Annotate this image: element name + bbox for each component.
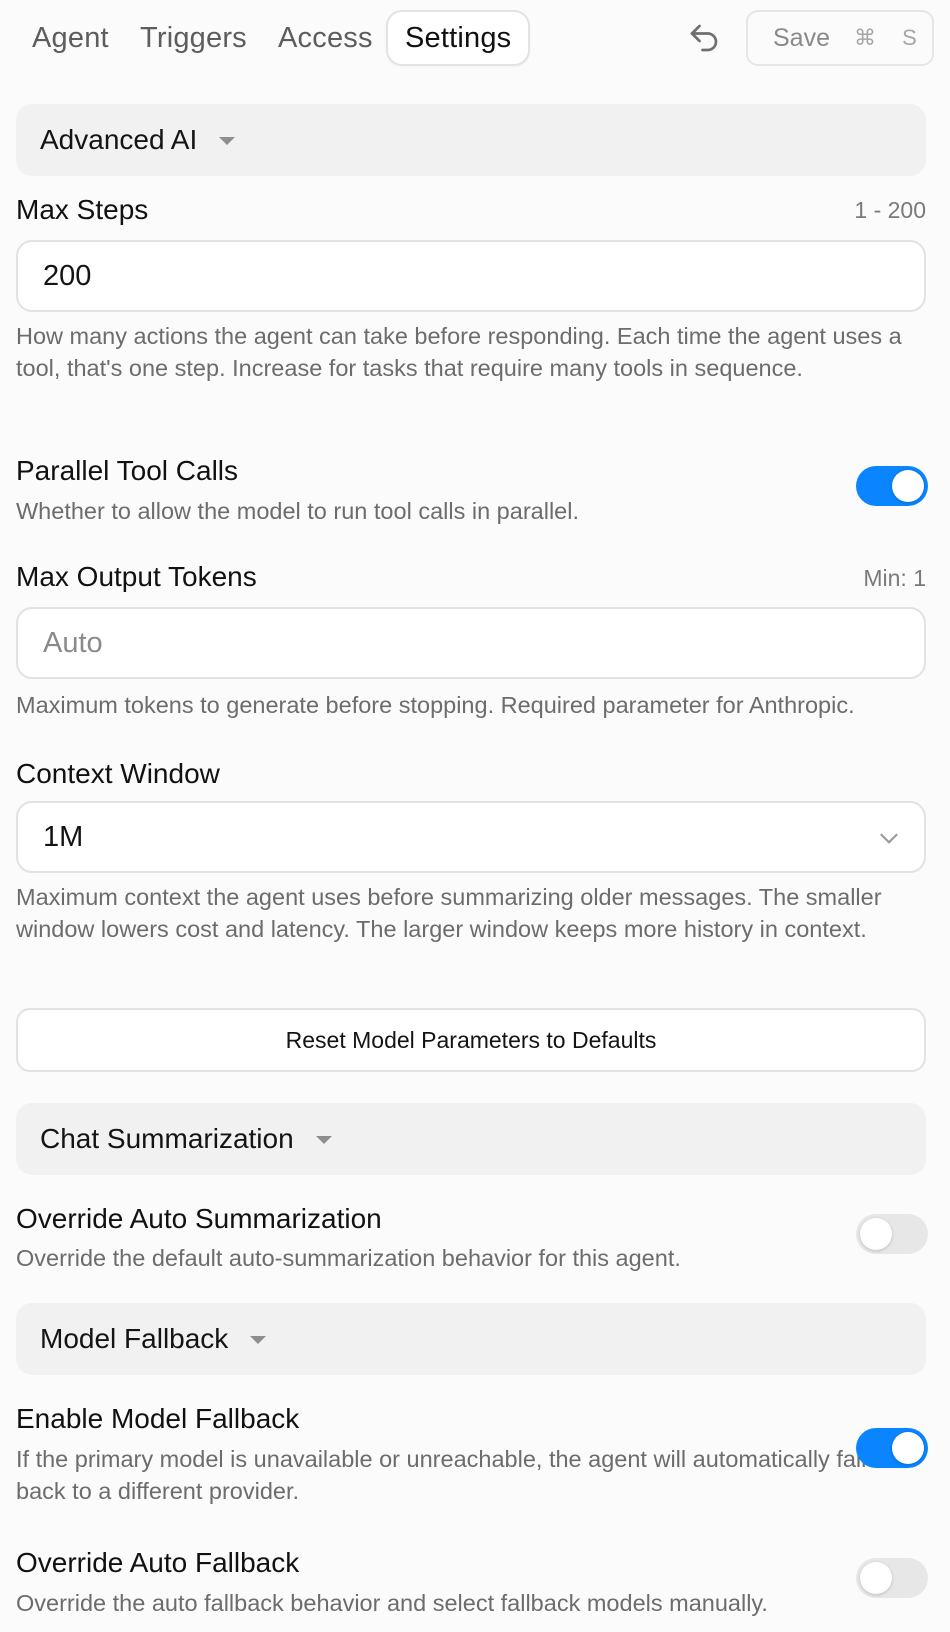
tab-settings[interactable]: Settings bbox=[386, 10, 531, 66]
save-shortcut: ⌘ S bbox=[853, 25, 927, 50]
context-window-value: 1M bbox=[43, 820, 84, 853]
parallel-tool-calls-label: Parallel Tool Calls bbox=[16, 455, 239, 486]
toggle-knob bbox=[860, 1218, 892, 1250]
save-button[interactable]: Save ⌘ S bbox=[746, 10, 934, 66]
reset-defaults-button[interactable]: Reset Model Parameters to Defaults bbox=[16, 1008, 926, 1072]
tab-triggers[interactable]: Triggers bbox=[140, 10, 247, 66]
parallel-tool-calls-toggle[interactable] bbox=[856, 466, 928, 506]
context-window-description: Maximum context the agent uses before su… bbox=[16, 884, 882, 942]
override-auto-summarization-toggle[interactable] bbox=[856, 1214, 928, 1254]
max-steps-input[interactable]: 200 bbox=[16, 240, 926, 312]
toggle-knob bbox=[892, 1432, 924, 1464]
tab-agent[interactable]: Agent bbox=[32, 10, 109, 66]
toggle-knob bbox=[860, 1562, 892, 1594]
section-title: Advanced AI bbox=[40, 124, 198, 155]
section-chat-summarization[interactable]: Chat Summarization bbox=[16, 1103, 926, 1175]
override-auto-fallback-description: Override the auto fallback behavior and … bbox=[16, 1590, 768, 1616]
section-model-fallback[interactable]: Model Fallback bbox=[16, 1303, 926, 1375]
override-auto-fallback-toggle[interactable] bbox=[856, 1558, 928, 1598]
max-output-tokens-label: Max Output Tokens bbox=[16, 561, 257, 592]
max-output-tokens-input[interactable]: Auto bbox=[16, 607, 926, 679]
caret-down-icon bbox=[250, 1336, 267, 1344]
context-window-select[interactable]: 1M bbox=[16, 801, 926, 873]
max-steps-description: How many actions the agent can take befo… bbox=[16, 323, 902, 381]
context-window-label: Context Window bbox=[16, 758, 220, 789]
enable-model-fallback-label: Enable Model Fallback bbox=[16, 1403, 300, 1434]
undo-icon[interactable] bbox=[686, 20, 722, 56]
chevron-down-icon bbox=[876, 825, 902, 851]
max-steps-range: 1 - 200 bbox=[854, 197, 926, 223]
override-auto-fallback-label: Override Auto Fallback bbox=[16, 1547, 300, 1578]
override-auto-summarization-label: Override Auto Summarization bbox=[16, 1203, 382, 1234]
caret-down-icon bbox=[219, 137, 236, 145]
section-title: Model Fallback bbox=[40, 1323, 229, 1354]
override-auto-summarization-description: Override the default auto-summarization … bbox=[16, 1245, 681, 1271]
parallel-tool-calls-description: Whether to allow the model to run tool c… bbox=[16, 498, 579, 524]
max-output-tokens-hint: Min: 1 bbox=[863, 565, 926, 591]
max-steps-label: Max Steps bbox=[16, 194, 149, 225]
tab-access[interactable]: Access bbox=[278, 10, 373, 66]
save-label: Save bbox=[773, 23, 830, 52]
enable-model-fallback-description: If the primary model is unavailable or u… bbox=[16, 1446, 867, 1504]
caret-down-icon bbox=[315, 1136, 332, 1144]
toggle-knob bbox=[892, 470, 924, 502]
enable-model-fallback-toggle[interactable] bbox=[856, 1428, 928, 1468]
section-title: Chat Summarization bbox=[40, 1123, 294, 1154]
max-output-tokens-description: Maximum tokens to generate before stoppi… bbox=[16, 692, 855, 718]
section-advanced-ai[interactable]: Advanced AI bbox=[16, 104, 926, 176]
